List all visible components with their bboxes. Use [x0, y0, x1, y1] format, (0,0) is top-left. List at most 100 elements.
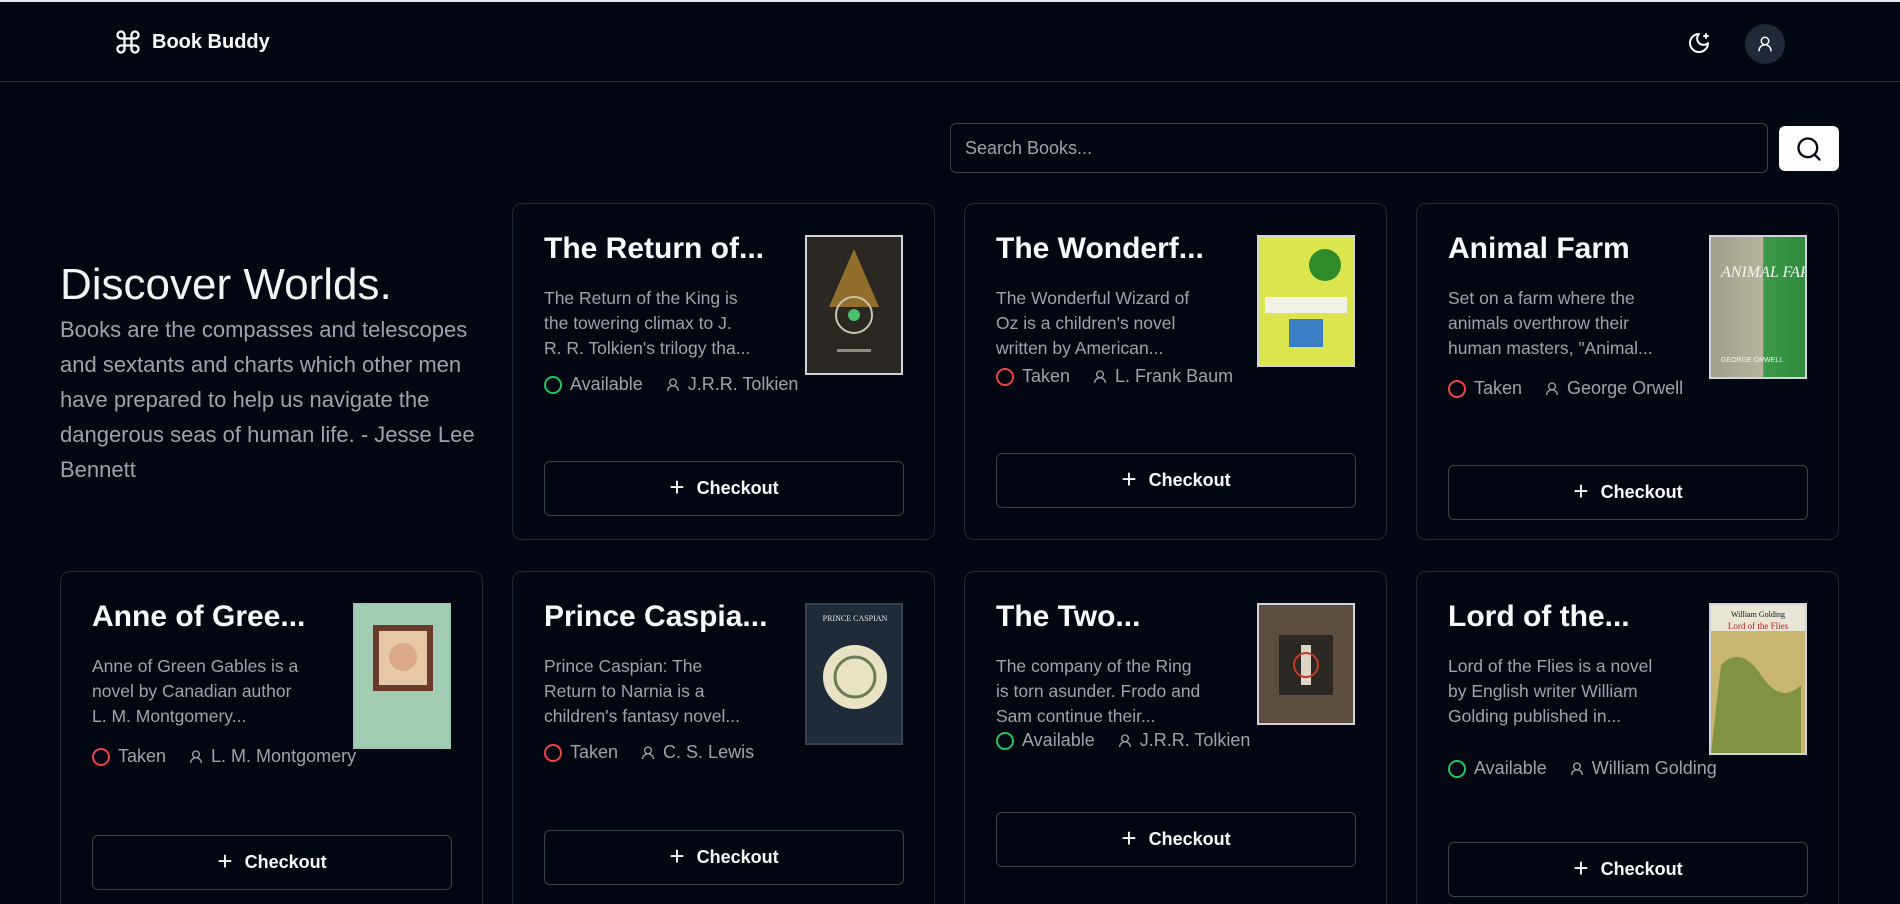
status-available-icon — [544, 375, 562, 394]
author: L. Frank Baum — [1092, 366, 1233, 387]
checkout-button[interactable]: + Checkout — [544, 830, 904, 885]
hero-quote: Books are the compasses and telescopes a… — [60, 317, 475, 482]
book-title: The Return of... — [544, 232, 764, 265]
book-meta: Available William Golding — [1448, 758, 1717, 779]
cover-text: GEORGE ORWELL — [1721, 357, 1783, 364]
checkout-button[interactable]: + Checkout — [1448, 842, 1808, 897]
checkout-label: Checkout — [1148, 470, 1231, 490]
book-title: The Two... — [996, 600, 1141, 633]
book-card: Animal Farm Set on a farm where the anim… — [1416, 203, 1839, 540]
book-title: Lord of the... — [1448, 600, 1630, 633]
plus-icon: + — [669, 841, 685, 871]
author: William Golding — [1569, 758, 1717, 779]
user-menu-button[interactable] — [1745, 24, 1785, 64]
top-navbar: Book Buddy — [0, 0, 1900, 82]
book-cover-image: ANIMAL FARM GEORGE ORWELL — [1709, 235, 1807, 379]
book-meta: Taken L. Frank Baum — [996, 366, 1233, 387]
book-meta: Taken C. S. Lewis — [544, 742, 754, 763]
book-card: The Two... The company of the Ring is to… — [964, 571, 1387, 904]
user-icon — [1570, 761, 1583, 775]
status-label: Taken — [1474, 378, 1523, 398]
status-available-icon — [1448, 759, 1466, 778]
book-description: The company of the Ring is torn asunder.… — [996, 656, 1201, 726]
checkout-button[interactable]: + Checkout — [544, 461, 904, 516]
book-title: Anne of Gree... — [92, 600, 306, 633]
author-name: L. Frank Baum — [1115, 366, 1234, 386]
status-label: Taken — [118, 746, 167, 766]
plus-icon: + — [1573, 476, 1589, 506]
status-available-icon — [996, 731, 1014, 750]
checkout-button[interactable]: + Checkout — [996, 812, 1356, 867]
book-card: The Return of... The Return of the King … — [512, 203, 935, 540]
book-description: Set on a farm where the animals overthro… — [1448, 288, 1653, 358]
plus-icon: + — [1573, 853, 1589, 883]
book-description: The Return of the King is the towering c… — [544, 288, 751, 358]
author: L. M. Montgomery — [188, 746, 356, 767]
checkout-label: Checkout — [1600, 482, 1683, 502]
user-icon — [1118, 733, 1131, 747]
book-cover-image — [1257, 235, 1355, 367]
brand-link[interactable]: Book Buddy — [114, 28, 270, 56]
cover-text: PRINCE CASPIAN — [823, 614, 888, 623]
author: George Orwell — [1544, 378, 1683, 399]
status-taken-icon — [1448, 379, 1466, 398]
book-title: Prince Caspia... — [544, 600, 768, 633]
author-name: C. S. Lewis — [663, 742, 755, 762]
user-icon — [1758, 36, 1772, 52]
book-description: Lord of the Flies is a novel by English … — [1448, 656, 1653, 726]
checkout-label: Checkout — [1148, 829, 1231, 849]
book-title: The Wonderf... — [996, 232, 1204, 265]
search-button[interactable] — [1779, 126, 1839, 171]
moon-icon — [1689, 33, 1709, 53]
hero-section: Discover Worlds. Books are the compasses… — [60, 258, 480, 487]
checkout-button[interactable]: + Checkout — [996, 453, 1356, 508]
book-card: Prince Caspia... Prince Caspian: The Ret… — [512, 571, 935, 904]
book-meta: Available J.R.R. Tolkien — [996, 730, 1250, 751]
book-cover-image — [1257, 603, 1355, 725]
user-icon — [1094, 369, 1107, 383]
user-icon — [666, 377, 679, 391]
book-description: The Wonderful Wizard of Oz is a children… — [996, 288, 1190, 358]
author-name: William Golding — [1591, 758, 1717, 778]
author: C. S. Lewis — [640, 742, 754, 763]
status-taken-icon — [92, 747, 110, 766]
status-label: Available — [1474, 758, 1547, 778]
author-name: J.R.R. Tolkien — [1139, 730, 1251, 750]
author-name: L. M. Montgomery — [211, 746, 357, 766]
cover-text: Lord of the Flies — [1728, 621, 1789, 631]
command-icon — [116, 30, 140, 54]
book-title: Animal Farm — [1448, 232, 1630, 265]
checkout-button[interactable]: + Checkout — [1448, 465, 1808, 520]
author-name: J.R.R. Tolkien — [687, 374, 799, 394]
plus-icon: + — [1121, 464, 1137, 494]
brand-name: Book Buddy — [152, 30, 270, 53]
user-icon — [642, 745, 655, 759]
checkout-label: Checkout — [696, 847, 779, 867]
status-label: Available — [1022, 730, 1095, 750]
author: J.R.R. Tolkien — [1117, 730, 1251, 751]
book-cover-image: PRINCE CASPIAN — [805, 603, 903, 745]
cover-text: William Golding — [1731, 610, 1785, 619]
hero-title: Discover Worlds. — [60, 260, 392, 309]
status-taken-icon — [544, 743, 562, 762]
book-description: Anne of Green Gables is a novel by Canad… — [92, 656, 299, 726]
plus-icon: + — [669, 472, 685, 502]
theme-toggle-button[interactable] — [1684, 28, 1714, 58]
plus-icon: + — [1121, 823, 1137, 853]
plus-icon: + — [217, 846, 233, 876]
user-icon — [190, 749, 203, 763]
status-taken-icon — [996, 367, 1014, 386]
checkout-label: Checkout — [696, 478, 779, 498]
checkout-label: Checkout — [244, 852, 327, 872]
search-input[interactable] — [950, 123, 1768, 173]
book-cover-image: William Golding Lord of the Flies — [1709, 603, 1807, 755]
book-description: Prince Caspian: The Return to Narnia is … — [544, 656, 740, 726]
checkout-button[interactable]: + Checkout — [92, 835, 452, 890]
status-label: Taken — [1022, 366, 1071, 386]
status-label: Taken — [570, 742, 619, 762]
book-meta: Taken George Orwell — [1448, 378, 1683, 399]
book-meta: Taken L. M. Montgomery — [92, 746, 356, 767]
book-cover-image — [353, 603, 451, 749]
book-card: Anne of Gree... Anne of Green Gables is … — [60, 571, 483, 904]
book-card: The Wonderf... The Wonderful Wizard of O… — [964, 203, 1387, 540]
